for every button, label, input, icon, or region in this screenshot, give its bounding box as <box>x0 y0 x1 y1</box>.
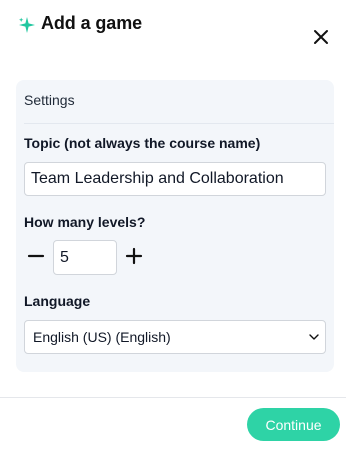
plus-icon <box>125 247 143 265</box>
add-game-dialog: Add a game Settings Topic (not always th… <box>0 0 346 451</box>
increment-levels-button[interactable] <box>122 244 146 268</box>
dialog-header: Add a game <box>18 12 334 44</box>
chevron-down-icon <box>309 334 319 340</box>
settings-divider <box>24 123 334 124</box>
settings-card: Settings Topic (not always the course na… <box>16 80 334 372</box>
topic-input[interactable] <box>24 162 326 196</box>
continue-button[interactable]: Continue <box>247 408 340 441</box>
language-selected-value: English (US) (English) <box>33 329 171 345</box>
minus-icon <box>27 254 45 258</box>
dialog-title: Add a game <box>41 13 143 33</box>
language-select[interactable]: English (US) (English) <box>24 320 326 354</box>
levels-stepper <box>24 240 154 276</box>
settings-header: Settings <box>24 92 75 108</box>
close-icon <box>314 30 328 44</box>
levels-label: How many levels? <box>24 214 146 230</box>
close-button[interactable] <box>310 26 332 48</box>
footer-divider <box>0 397 346 398</box>
language-label: Language <box>24 293 91 309</box>
decrement-levels-button[interactable] <box>24 244 48 268</box>
topic-label: Topic (not always the course name) <box>24 135 261 151</box>
levels-input[interactable] <box>53 240 117 275</box>
sparkle-icon <box>18 16 36 34</box>
